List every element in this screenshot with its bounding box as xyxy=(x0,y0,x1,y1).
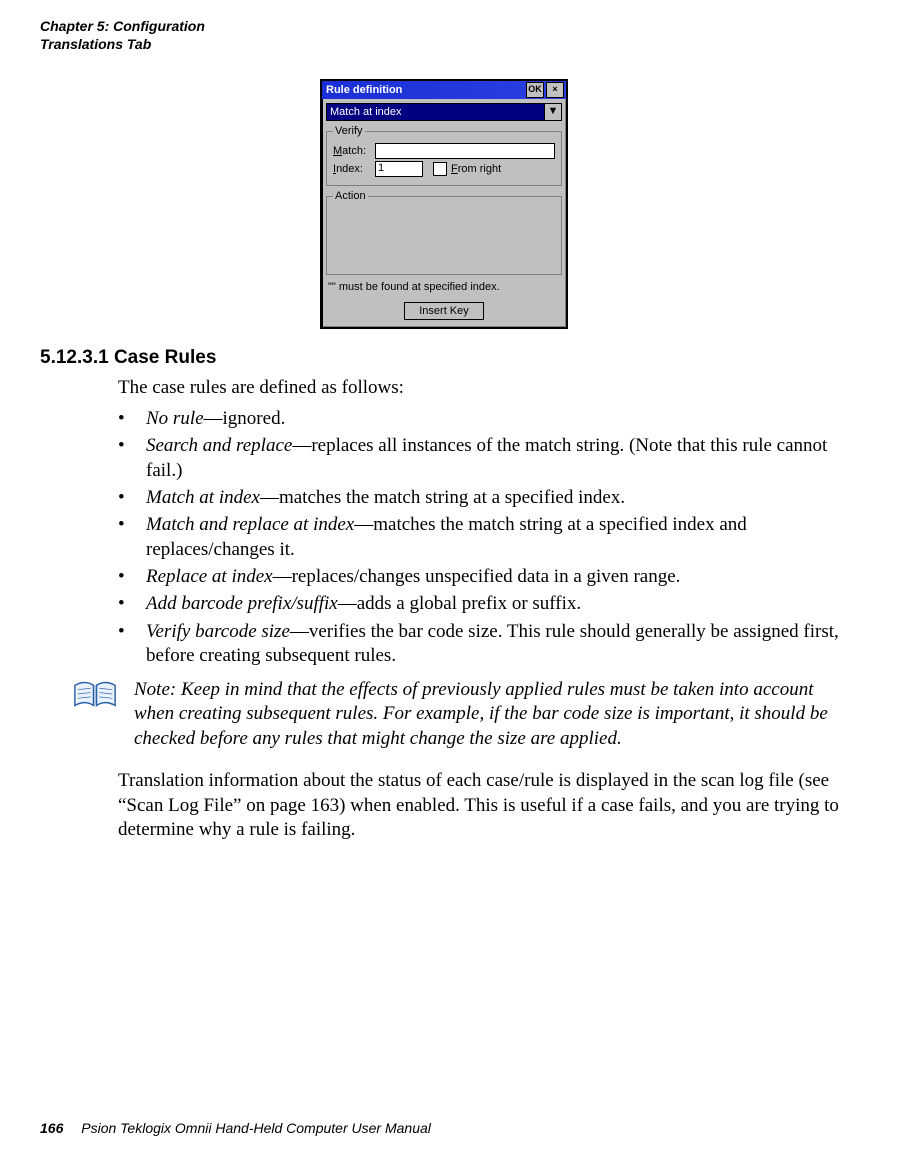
insert-key-button[interactable]: Insert Key xyxy=(404,302,484,320)
rule-type-value: Match at index xyxy=(327,104,544,120)
from-right-label: From right xyxy=(451,163,501,175)
verify-legend: Verify xyxy=(333,125,365,137)
section-heading: 5.12.3.1 Case Rules xyxy=(40,347,848,369)
index-input[interactable]: 1 xyxy=(375,161,423,177)
list-item: Search and replace—replaces all instance… xyxy=(118,434,844,483)
list-item: Add barcode prefix/suffix—adds a global … xyxy=(118,592,844,616)
rules-list: No rule—ignored. Search and replace—repl… xyxy=(118,407,844,668)
from-right-checkbox[interactable] xyxy=(433,162,447,176)
dialog-hint: "" must be found at specified index. xyxy=(328,281,562,293)
close-button[interactable]: × xyxy=(546,82,564,98)
index-label: Index: xyxy=(333,163,375,175)
list-item: Replace at index—replaces/changes unspec… xyxy=(118,565,844,589)
note-text: Note: Keep in mind that the effects of p… xyxy=(134,678,848,751)
note-body: Keep in mind that the effects of previou… xyxy=(134,679,828,749)
list-item: Match at index—matches the match string … xyxy=(118,486,844,510)
action-group: Action xyxy=(326,190,562,275)
footer-text: Psion Teklogix Omnii Hand-Held Computer … xyxy=(81,1120,431,1136)
running-head-section: Translations Tab xyxy=(40,36,848,54)
section-number: 5.12.3.1 xyxy=(40,347,109,368)
page-number: 166 xyxy=(40,1120,63,1136)
dialog-title: Rule definition xyxy=(326,84,402,96)
chevron-down-icon[interactable]: ▼ xyxy=(544,104,561,120)
match-input[interactable] xyxy=(375,143,555,159)
list-item: No rule—ignored. xyxy=(118,407,844,431)
footer: 166 Psion Teklogix Omnii Hand-Held Compu… xyxy=(40,1120,431,1136)
rule-definition-dialog: Rule definition OK × Match at index ▼ Ve… xyxy=(320,79,568,329)
note-label: Note: xyxy=(134,679,176,700)
verify-group: Verify Match: Index: 1 From right xyxy=(326,125,562,186)
ok-button[interactable]: OK xyxy=(526,82,544,98)
match-label: Match: xyxy=(333,145,375,157)
note-block: Note: Keep in mind that the effects of p… xyxy=(72,678,848,751)
running-head: Chapter 5: Configuration Translations Ta… xyxy=(40,18,848,53)
book-icon xyxy=(72,678,118,715)
section-title: Case Rules xyxy=(114,347,216,368)
action-legend: Action xyxy=(333,190,368,202)
section-intro: The case rules are defined as follows: xyxy=(118,377,844,399)
list-item: Verify barcode size—verifies the bar cod… xyxy=(118,620,844,669)
dialog-titlebar: Rule definition OK × xyxy=(322,81,566,99)
figure-rule-definition-dialog: Rule definition OK × Match at index ▼ Ve… xyxy=(40,79,848,329)
trailing-paragraph: Translation information about the status… xyxy=(118,769,844,843)
list-item: Match and replace at index—matches the m… xyxy=(118,513,844,562)
rule-type-combo[interactable]: Match at index ▼ xyxy=(326,103,562,121)
running-head-chapter: Chapter 5: Configuration xyxy=(40,18,848,36)
